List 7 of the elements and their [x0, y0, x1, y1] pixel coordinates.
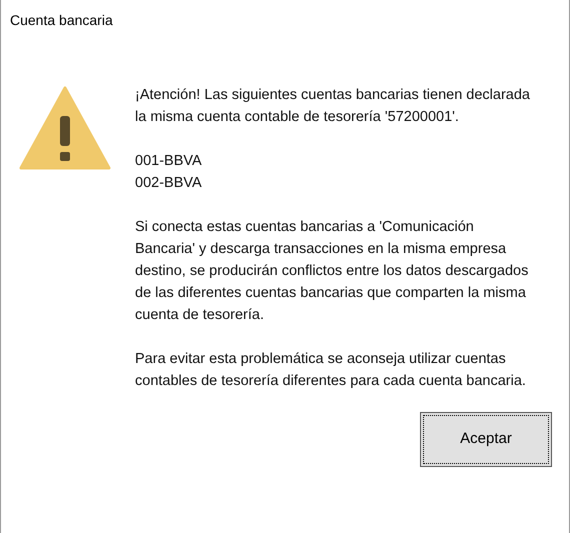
warning-icon [19, 86, 111, 170]
message-text: Para evitar esta problemática se aconseja utilizar cuentas contables de tesorería diferentes para cada cuenta bancaria. [135, 350, 527, 391]
message-text: 001-BBVA 002-BBVA [135, 152, 203, 193]
message-text: Si conecta estas cuentas bancarias a 'Comunicación Bancaria' y descarga transacciones en la misma empresa destino, se producirán conflictos entre los datos descargados de las diferentes cuentas bancarias que comparten la misma cuenta de tesorería. [135, 218, 530, 325]
message-text: ¡Atención! Las siguientes cuentas bancarias tienen declarada la misma cuenta contable de tesorería '57200001'. [135, 86, 531, 127]
window-title: Cuenta bancaria [9, 11, 114, 30]
accept-button[interactable]: Aceptar [420, 412, 552, 467]
